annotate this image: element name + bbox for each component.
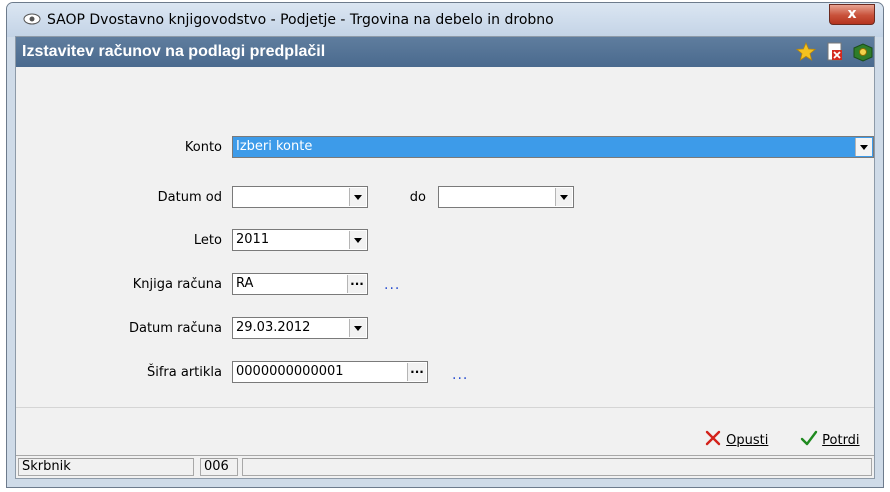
cancel-icon <box>704 429 722 451</box>
close-document-icon[interactable] <box>826 42 844 66</box>
cancel-button[interactable]: Opusti <box>704 429 768 451</box>
confirm-button[interactable]: Potrdi <box>800 429 860 451</box>
sifra-artikla-field[interactable]: 0000000000001 ... <box>232 361 428 383</box>
leto-label: Leto <box>193 233 222 248</box>
separator <box>16 407 874 408</box>
sifra-artikla-label: Šifra artikla <box>146 365 222 380</box>
status-bar: Skrbnik 006 <box>16 455 874 478</box>
help-book-icon[interactable] <box>852 42 874 66</box>
panel-title: Izstavitev računov na podlagi predplačil <box>22 43 326 60</box>
browse-button[interactable]: ... <box>407 363 426 381</box>
status-empty <box>242 458 872 476</box>
status-code: 006 <box>200 458 238 476</box>
chevron-down-icon[interactable] <box>349 231 366 249</box>
sifra-artikla-value: 0000000000001 <box>236 364 344 379</box>
title-bar: SAOP Dvostavno knjigovodstvo - Podjetje … <box>7 3 883 37</box>
datum-do-field[interactable] <box>438 186 574 208</box>
confirm-label: Potrdi <box>822 433 860 448</box>
chevron-down-icon[interactable] <box>555 188 572 206</box>
konto-label: Konto <box>184 140 222 155</box>
knjiga-racuna-lookup-link[interactable]: ... <box>384 277 400 293</box>
window-close-button[interactable]: x <box>829 4 875 25</box>
cancel-label: Opusti <box>726 433 769 448</box>
app-icon <box>23 12 41 30</box>
client-area: Izstavitev računov na podlagi predplačil <box>15 36 875 479</box>
leto-value: 2011 <box>236 232 270 247</box>
close-icon: x <box>847 6 857 22</box>
favorite-star-icon[interactable] <box>795 41 817 66</box>
konto-value: Izberi konte <box>236 139 313 154</box>
app-window: SAOP Dvostavno knjigovodstvo - Podjetje … <box>6 2 884 488</box>
knjiga-racuna-field[interactable]: RA ... <box>232 273 368 295</box>
knjiga-racuna-value: RA <box>236 276 254 291</box>
datum-racuna-field[interactable]: 29.03.2012 <box>232 317 368 339</box>
chevron-down-icon[interactable] <box>349 319 366 337</box>
chevron-down-icon[interactable] <box>855 138 872 156</box>
status-user: Skrbnik <box>18 458 194 476</box>
sifra-artikla-lookup-link[interactable]: ... <box>452 367 468 383</box>
datum-do-label: do <box>409 190 426 205</box>
datum-racuna-label: Datum računa <box>128 321 222 336</box>
browse-button[interactable]: ... <box>347 275 366 293</box>
datum-od-label: Datum od <box>157 190 222 205</box>
knjiga-racuna-label: Knjiga računa <box>132 277 222 292</box>
leto-select[interactable]: 2011 <box>232 229 368 251</box>
datum-racuna-value: 29.03.2012 <box>236 320 311 335</box>
panel-header: Izstavitev računov na podlagi predplačil <box>16 37 874 67</box>
window-title: SAOP Dvostavno knjigovodstvo - Podjetje … <box>47 12 554 28</box>
checkmark-icon <box>800 429 818 451</box>
konto-select[interactable]: Izberi konte <box>232 136 874 158</box>
